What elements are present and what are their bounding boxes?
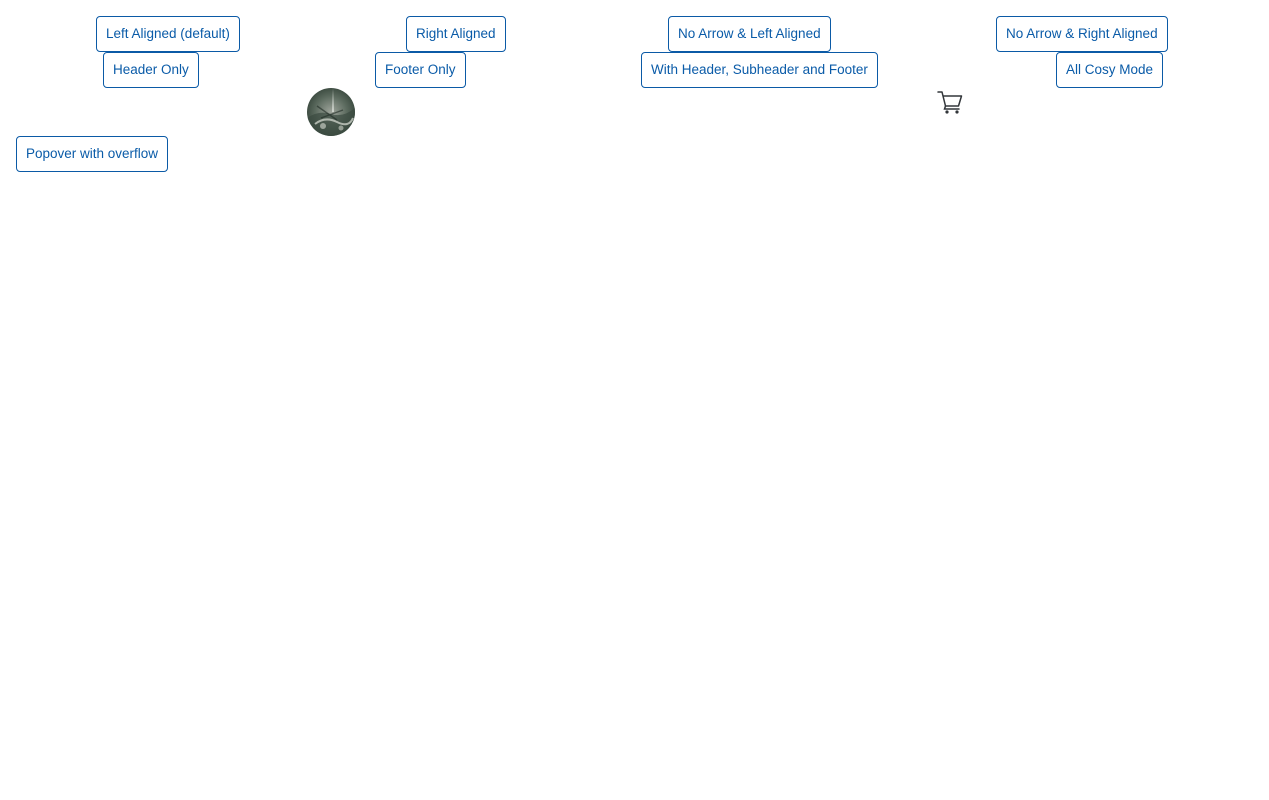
avatar-image: [307, 88, 355, 136]
no-arrow-right-aligned-button[interactable]: No Arrow & Right Aligned: [996, 16, 1168, 52]
left-aligned-button[interactable]: Left Aligned (default): [96, 16, 240, 52]
footer-only-button[interactable]: Footer Only: [375, 52, 466, 88]
popover-overflow-button[interactable]: Popover with overflow: [16, 136, 169, 172]
header-subheader-footer-button[interactable]: With Header, Subheader and Footer: [641, 52, 878, 88]
right-aligned-button[interactable]: Right Aligned: [406, 16, 506, 52]
cart-icon[interactable]: [936, 89, 964, 115]
no-arrow-left-aligned-button[interactable]: No Arrow & Left Aligned: [668, 16, 831, 52]
popover-demo-page: Left Aligned (default) Right Aligned No …: [0, 0, 1269, 800]
all-cosy-mode-button[interactable]: All Cosy Mode: [1056, 52, 1164, 88]
header-only-button[interactable]: Header Only: [103, 52, 199, 88]
avatar[interactable]: [307, 88, 355, 136]
